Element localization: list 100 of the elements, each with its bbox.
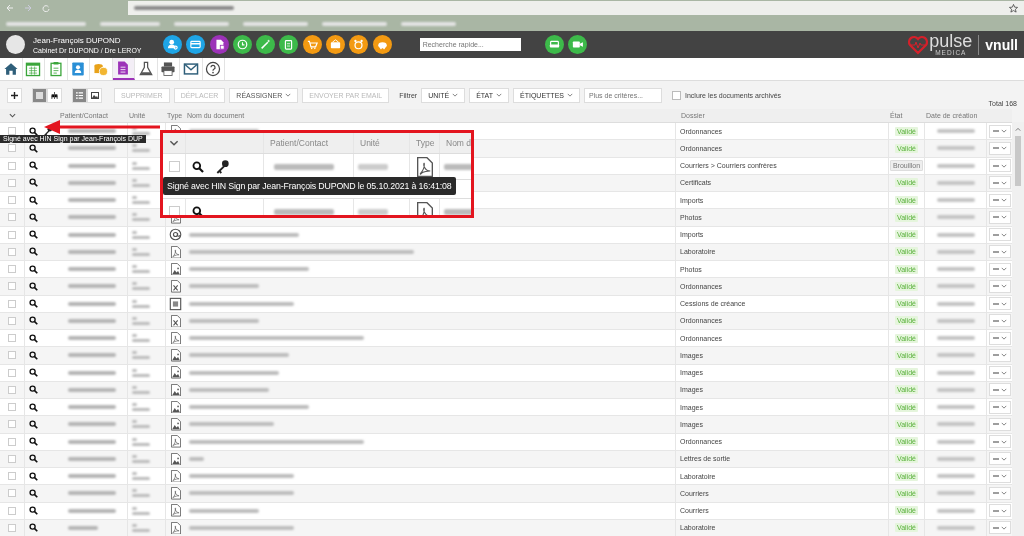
row-checkbox[interactable] [8, 161, 16, 170]
row-checkbox[interactable] [8, 196, 16, 205]
magnifier-icon[interactable] [29, 143, 38, 153]
magnifier-icon[interactable] [29, 402, 38, 412]
magnifier-icon[interactable] [29, 230, 38, 240]
row-menu-button[interactable] [988, 141, 1011, 155]
row-menu-button[interactable] [988, 176, 1011, 190]
row-menu-button[interactable] [988, 400, 1011, 414]
row-menu-button[interactable] [988, 383, 1011, 397]
row-checkbox[interactable] [8, 265, 16, 274]
row-menu-button[interactable] [988, 435, 1011, 449]
scroll-up-icon[interactable] [1015, 127, 1021, 132]
key-icon[interactable] [214, 158, 230, 175]
magnifier-icon[interactable] [192, 160, 204, 173]
back-icon[interactable] [6, 4, 14, 12]
row-menu-button[interactable] [988, 331, 1011, 345]
row-checkbox[interactable] [8, 420, 16, 429]
quick-action-button[interactable] [232, 35, 252, 54]
magnifier-icon[interactable] [29, 419, 38, 429]
magnifier-icon[interactable] [29, 506, 38, 516]
row-menu-button[interactable] [988, 210, 1011, 224]
nav-tab[interactable] [202, 58, 225, 80]
nav-tab[interactable] [112, 58, 135, 80]
magnifier-icon[interactable] [29, 333, 38, 343]
magnifier-icon[interactable] [29, 350, 38, 360]
view-mode-button[interactable] [47, 87, 62, 103]
magnifier-icon[interactable] [29, 212, 38, 222]
quick-action-button[interactable] [186, 35, 206, 54]
quick-action-button[interactable] [279, 35, 299, 54]
chevron-down-icon[interactable] [8, 113, 16, 118]
quick-action-button[interactable] [256, 35, 276, 54]
row-menu-button[interactable] [988, 366, 1011, 380]
quick-action-button[interactable] [372, 35, 392, 54]
row-checkbox[interactable] [8, 334, 16, 343]
magnifier-icon[interactable] [29, 523, 38, 533]
magnifier-icon[interactable] [29, 299, 38, 309]
row-menu-button[interactable] [988, 279, 1011, 293]
row-checkbox[interactable] [8, 403, 16, 412]
row-checkbox[interactable] [8, 437, 16, 446]
row-checkbox[interactable] [8, 127, 16, 136]
row-menu-button[interactable] [988, 486, 1011, 500]
call-button[interactable] [567, 35, 587, 54]
row-menu-button[interactable] [988, 348, 1011, 362]
scrollbar-thumb[interactable] [1015, 136, 1021, 186]
magnifier-icon[interactable] [29, 178, 38, 188]
row-checkbox[interactable] [8, 368, 16, 377]
row-menu-button[interactable] [988, 314, 1011, 328]
row-checkbox[interactable] [8, 213, 16, 222]
magnifier-icon[interactable] [29, 195, 38, 205]
display-mode-button[interactable] [87, 87, 102, 103]
row-checkbox[interactable] [8, 316, 16, 325]
row-checkbox[interactable] [8, 454, 16, 463]
row-checkbox[interactable] [8, 299, 16, 308]
archived-checkbox[interactable] [672, 90, 681, 100]
row-menu-button[interactable] [988, 228, 1011, 242]
row-menu-button[interactable] [988, 297, 1011, 311]
quick-action-button[interactable] [209, 35, 229, 54]
magnifier-icon[interactable] [29, 264, 38, 274]
row-checkbox[interactable] [8, 282, 16, 291]
magnifier-icon[interactable] [29, 385, 38, 395]
row-menu-button[interactable] [988, 417, 1011, 431]
address-bar[interactable] [128, 1, 1024, 15]
row-checkbox[interactable] [8, 247, 16, 256]
row-checkbox[interactable] [8, 506, 16, 515]
quick-action-button[interactable] [163, 35, 182, 54]
quick-action-button[interactable] [349, 35, 369, 54]
magnifier-icon[interactable] [192, 205, 204, 215]
row-menu-button[interactable] [988, 124, 1011, 138]
quick-action-button[interactable] [302, 35, 322, 54]
row-menu-button[interactable] [988, 262, 1011, 276]
row-checkbox[interactable] [8, 230, 16, 239]
row-menu-button[interactable] [988, 504, 1011, 518]
row-menu-button[interactable] [988, 521, 1011, 535]
row-checkbox[interactable] [8, 489, 16, 498]
row-menu-button[interactable] [988, 193, 1011, 207]
row-menu-button[interactable] [988, 452, 1011, 466]
row-checkbox[interactable] [168, 161, 180, 172]
star-icon[interactable] [1009, 3, 1018, 13]
magnifier-icon[interactable] [29, 126, 38, 136]
magnifier-icon[interactable] [29, 316, 38, 326]
magnifier-icon[interactable] [29, 281, 38, 291]
row-checkbox[interactable] [8, 385, 16, 394]
add-button[interactable] [7, 87, 22, 103]
row-checkbox[interactable] [8, 144, 16, 153]
chevron-down-icon[interactable] [169, 140, 179, 146]
magnifier-icon[interactable] [29, 161, 38, 171]
magnifier-icon[interactable] [29, 454, 38, 464]
row-menu-button[interactable] [988, 159, 1011, 173]
call-button[interactable] [544, 35, 564, 54]
row-checkbox[interactable] [8, 523, 16, 532]
row-menu-button[interactable] [988, 469, 1011, 483]
row-checkbox[interactable] [8, 472, 16, 481]
magnifier-icon[interactable] [29, 368, 38, 378]
magnifier-icon[interactable] [29, 471, 38, 481]
row-checkbox[interactable] [8, 178, 16, 187]
magnifier-icon[interactable] [29, 247, 38, 257]
row-checkbox[interactable] [168, 206, 180, 215]
row-menu-button[interactable] [988, 245, 1011, 259]
reload-icon[interactable] [42, 4, 50, 12]
magnifier-icon[interactable] [29, 437, 38, 447]
